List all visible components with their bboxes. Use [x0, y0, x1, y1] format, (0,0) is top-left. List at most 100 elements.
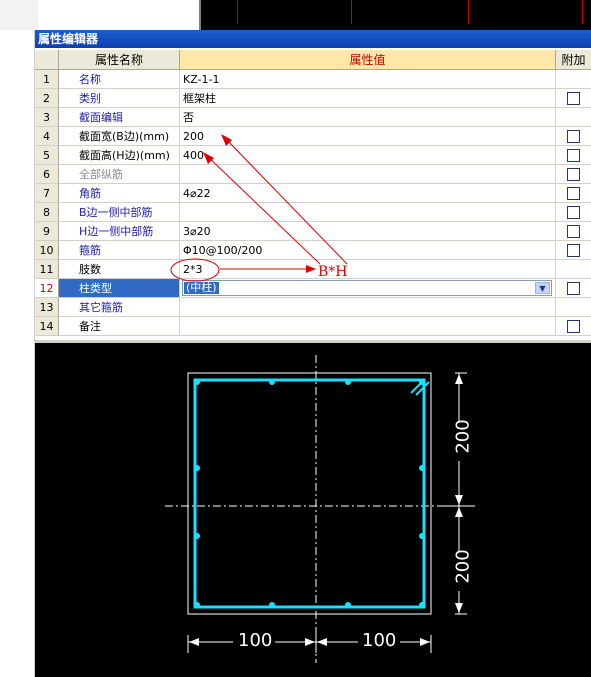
side-rebar — [419, 465, 425, 471]
extra-checkbox[interactable] — [567, 187, 580, 200]
dim-arrow — [455, 495, 463, 505]
stirrup — [193, 378, 426, 609]
column-section-drawing — [165, 355, 475, 663]
extra-checkbox[interactable] — [567, 320, 580, 333]
axis-line — [582, 0, 583, 24]
property-value[interactable]: KZ-1-1 — [180, 70, 556, 89]
extra-checkbox[interactable] — [567, 168, 580, 181]
property-value[interactable]: 400 — [180, 146, 556, 165]
table-row[interactable]: 6 全部纵筋 — [35, 165, 591, 184]
property-name: 全部纵筋 — [59, 165, 180, 184]
table-row[interactable]: 3 截面编辑否 — [35, 108, 591, 127]
property-name: H边一侧中部筋 — [59, 222, 180, 241]
property-value[interactable] — [180, 203, 556, 222]
extra-checkbox[interactable] — [567, 130, 580, 143]
extra-checkbox[interactable] — [567, 206, 580, 219]
extra-cell — [556, 89, 591, 108]
extra-cell — [556, 108, 591, 127]
table-row[interactable]: 1 名称 KZ-1-1 — [35, 70, 591, 89]
property-name: 肢数 — [59, 260, 180, 279]
window-title: 属性编辑器 — [35, 30, 591, 48]
property-name: 名称 — [59, 70, 180, 89]
header-name: 属性名称 — [59, 50, 180, 70]
extra-cell — [556, 203, 591, 222]
table-row[interactable]: 10 箍筋 Φ10@100/200 — [35, 241, 591, 260]
property-value[interactable]: 4⌀22 — [180, 184, 556, 203]
row-number: 3 — [35, 108, 59, 127]
property-value[interactable] — [180, 165, 556, 184]
property-name: 柱类型 — [59, 279, 180, 298]
table-row[interactable]: 7 角筋 4⌀22 — [35, 184, 591, 203]
table-row[interactable]: 8 B边一侧中部筋 — [35, 203, 591, 222]
extra-checkbox[interactable] — [567, 92, 580, 105]
row-number: 13 — [35, 298, 59, 317]
extra-cell — [556, 279, 591, 298]
property-value[interactable]: Φ10@100/200 — [180, 241, 556, 260]
row-number: 11 — [35, 260, 59, 279]
row-number: 10 — [35, 241, 59, 260]
table-row[interactable]: 11 肢数 2*3 — [35, 260, 591, 279]
side-rebar — [269, 379, 275, 385]
section-drawing-canvas: 200 200 100 100 — [35, 343, 591, 677]
corner-rebar — [194, 602, 200, 608]
property-value[interactable] — [180, 317, 556, 336]
axis-line — [351, 0, 352, 24]
property-value[interactable]: 200 — [180, 127, 556, 146]
property-value-select[interactable]: (中柱) ▼ — [180, 279, 556, 298]
chevron-down-icon[interactable]: ▼ — [535, 282, 550, 294]
dim-arrow — [455, 507, 463, 517]
dim-label-bottom-right: 100 — [362, 630, 397, 651]
side-rebar — [345, 602, 351, 608]
dim-arrow — [189, 638, 199, 646]
extra-checkbox[interactable] — [567, 225, 580, 238]
row-number: 1 — [35, 70, 59, 89]
dim-arrow — [420, 638, 430, 646]
dim-label-bottom-left: 100 — [238, 630, 273, 651]
table-row[interactable]: 2 类别 框架柱 — [35, 89, 591, 108]
property-name: 箍筋 — [59, 241, 180, 260]
header-row-number — [35, 50, 59, 70]
side-rebar — [194, 465, 200, 471]
property-value[interactable]: 否 — [180, 108, 556, 127]
property-value[interactable]: 框架柱 — [180, 89, 556, 108]
extra-cell — [556, 241, 591, 260]
top-strip — [0, 0, 591, 30]
property-name: 类别 — [59, 89, 180, 108]
row-number: 12 — [35, 279, 59, 298]
extra-cell — [556, 165, 591, 184]
side-rebar — [345, 379, 351, 385]
row-number: 4 — [35, 127, 59, 146]
dim-label-right-top: 200 — [452, 419, 474, 454]
column-type-dropdown[interactable]: (中柱) ▼ — [182, 280, 552, 296]
table-row[interactable]: 13 其它箍筋 — [35, 298, 591, 317]
table-row[interactable]: 5 截面高(H边)(mm) 400 — [35, 146, 591, 165]
property-value[interactable]: 2*3 — [180, 260, 556, 279]
property-value[interactable]: 3⌀20 — [180, 222, 556, 241]
extra-checkbox[interactable] — [567, 282, 580, 295]
header-extra: 附加 — [556, 50, 591, 70]
dim-arrow — [455, 603, 463, 613]
property-rows: 1 名称 KZ-1-1 2 类别 框架柱 3 截面编辑否 4 截面宽(B边)(mm) 200 5 截面高… — [35, 70, 591, 340]
table-row[interactable]: 12 柱类型 (中柱) ▼ — [35, 279, 591, 298]
concrete-outline — [187, 372, 432, 615]
corner-rebar — [419, 379, 425, 385]
rebar-group — [194, 379, 425, 608]
row-number: 8 — [35, 203, 59, 222]
extra-cell — [556, 184, 591, 203]
dim-arrow — [317, 638, 327, 646]
dim-arrow — [305, 638, 315, 646]
property-name: 其它箍筋 — [59, 298, 180, 317]
corner-rebar — [194, 379, 200, 385]
table-row[interactable]: 14 备注 — [35, 317, 591, 336]
row-number: 2 — [35, 89, 59, 108]
property-value[interactable] — [180, 298, 556, 317]
top-left-panel — [0, 0, 38, 30]
extra-checkbox[interactable] — [567, 244, 580, 257]
extra-cell — [556, 317, 591, 336]
row-number: 7 — [35, 184, 59, 203]
extra-checkbox[interactable] — [567, 149, 580, 162]
table-row[interactable]: 9 H边一侧中部筋 3⌀20 — [35, 222, 591, 241]
row-number: 9 — [35, 222, 59, 241]
table-row[interactable]: 4 截面宽(B边)(mm) 200 — [35, 127, 591, 146]
property-name: 截面宽(B边)(mm) — [59, 127, 180, 146]
